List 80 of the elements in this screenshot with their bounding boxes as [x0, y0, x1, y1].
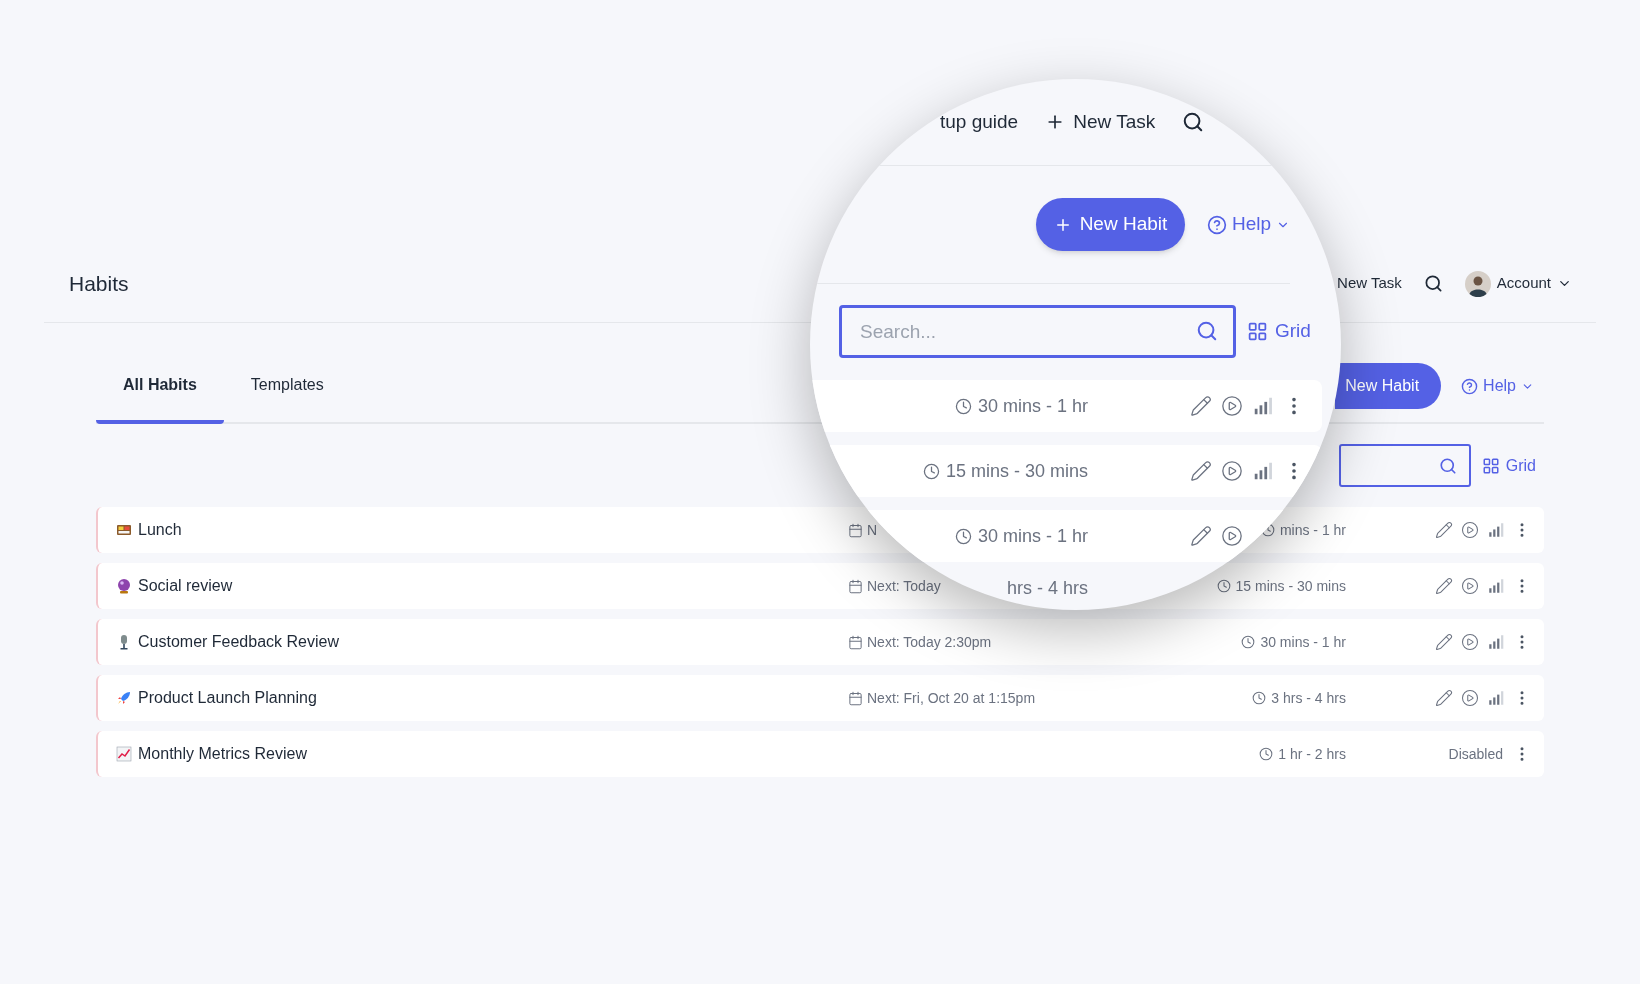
page-title: Habits	[69, 270, 129, 297]
bar-chart-icon[interactable]	[1487, 521, 1505, 539]
duration: 30 mins - 1 hr	[1260, 632, 1346, 652]
play-icon[interactable]	[1221, 460, 1243, 482]
duration: 30 mins - 1 hr	[977, 524, 1088, 548]
habit-name: Social review	[138, 576, 233, 596]
calendar-icon	[848, 634, 863, 650]
search-icon[interactable]	[1182, 111, 1205, 133]
tab[interactable]: Templates	[223, 350, 351, 424]
avatar-icon	[1464, 270, 1491, 297]
search-field[interactable]: Search...	[839, 305, 1236, 358]
duration: 30 mins - 1 hr	[977, 394, 1088, 418]
play-icon[interactable]	[1221, 395, 1243, 417]
bar-chart-icon[interactable]	[1487, 689, 1505, 707]
next-date: Next: Today 2:30pm	[867, 632, 992, 652]
edit-icon[interactable]	[1435, 577, 1453, 595]
new-habit-button[interactable]: New Habit	[1036, 198, 1185, 251]
help-button[interactable]: Help	[1206, 210, 1290, 239]
duration: 1 hr - 2 hrs	[1278, 744, 1346, 764]
bar-chart-icon[interactable]	[1487, 633, 1505, 651]
play-icon[interactable]	[1461, 689, 1479, 707]
duration: 15 mins - 30 mins	[945, 459, 1088, 483]
duration: 15 mins - 30 mins	[1235, 576, 1346, 596]
habit-row[interactable]: 30 mins - 1 hr	[810, 380, 1322, 432]
duration: 3 hrs - 4 hrs	[1271, 688, 1346, 708]
grid-icon	[1247, 321, 1268, 342]
clock-icon	[954, 527, 972, 545]
edit-icon[interactable]	[1190, 395, 1212, 417]
calendar-icon	[848, 578, 863, 594]
habit-name: Monthly Metrics Review	[138, 744, 307, 764]
grid-view-button[interactable]: Grid	[1481, 453, 1536, 478]
grid-icon	[1481, 456, 1500, 475]
calendar-icon	[848, 522, 863, 538]
status-text: Disabled	[1448, 744, 1503, 764]
help-button[interactable]: Help	[1461, 374, 1534, 398]
tab[interactable]: All Habits	[96, 350, 224, 424]
clock-icon	[1241, 635, 1256, 649]
clock-icon	[954, 397, 972, 415]
bar-chart-icon[interactable]	[1252, 395, 1274, 417]
bar-chart-icon[interactable]	[1252, 460, 1274, 482]
search-icon[interactable]	[1423, 274, 1443, 293]
edit-icon[interactable]	[1190, 525, 1212, 547]
habit-name: Customer Feedback Review	[138, 632, 339, 652]
search-field[interactable]	[1338, 444, 1471, 487]
account-menu[interactable]: Account	[1464, 270, 1572, 297]
new-habit-button[interactable]: New Habit	[1335, 363, 1442, 409]
rocket-icon	[116, 690, 132, 706]
new-task-button[interactable]: New Task	[1337, 272, 1402, 295]
habit-name: Product Launch Planning	[138, 688, 317, 708]
clock-icon	[922, 462, 940, 480]
next-date: N	[867, 520, 878, 540]
calendar-icon	[848, 690, 863, 706]
new-task-button[interactable]: New Task	[1045, 107, 1156, 137]
clock-icon	[1252, 691, 1267, 705]
edit-icon[interactable]	[1435, 521, 1453, 539]
clock-icon	[1216, 579, 1231, 593]
edit-icon[interactable]	[1435, 633, 1453, 651]
crystal-ball-icon	[116, 578, 132, 594]
habit-row[interactable]: Monthly Metrics Review 1 hr - 2 hrs Disabled	[96, 731, 1544, 777]
next-date: Next: Today	[867, 576, 941, 596]
play-icon[interactable]	[1461, 633, 1479, 651]
help-icon	[1461, 377, 1479, 395]
play-icon[interactable]	[1461, 577, 1479, 595]
play-icon[interactable]	[1461, 521, 1479, 539]
search-icon	[1438, 456, 1457, 475]
setup-guide-link[interactable]: tup guide	[940, 107, 1019, 137]
play-icon[interactable]	[1221, 525, 1243, 547]
line-chart-icon	[116, 746, 132, 762]
next-date: Next: Fri, Oct 20 at 1:15pm	[867, 688, 1036, 708]
duration: hrs - 4 hrs	[1006, 577, 1088, 600]
edit-icon[interactable]	[1190, 460, 1212, 482]
habit-row[interactable]: Customer Feedback Review Next: Today 2:30pm 30 mins - 1 hr	[96, 619, 1544, 665]
bar-chart-icon[interactable]	[1487, 577, 1505, 595]
help-icon	[1206, 214, 1227, 235]
edit-icon[interactable]	[1435, 689, 1453, 707]
habit-name: Lunch	[138, 520, 182, 540]
clock-icon	[1259, 747, 1274, 761]
habit-row[interactable]: Product Launch Planning Next: Fri, Oct 20 at 1:15pm 3 hrs - 4 hrs	[96, 675, 1544, 721]
bento-box-icon	[116, 522, 132, 538]
grid-view-button[interactable]: Grid	[1247, 317, 1311, 346]
